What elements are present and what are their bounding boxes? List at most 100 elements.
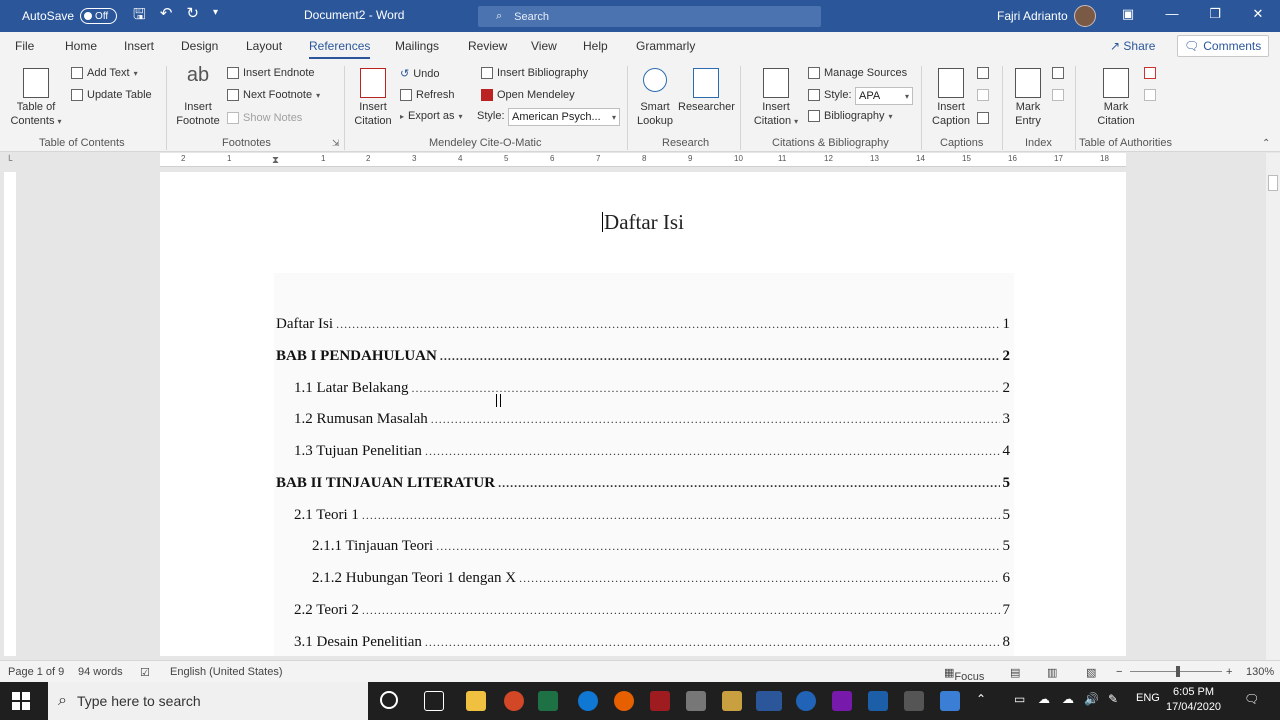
windows-start-icon[interactable] [12,692,30,710]
table-of-contents-button[interactable]: Table of Contents ▾ [8,68,64,129]
onedrive-icon[interactable]: ☁ [1062,692,1074,706]
close-icon[interactable]: ✕ [1248,6,1268,22]
insert-endnote-button[interactable]: Insert Endnote [227,67,315,79]
cortana-icon[interactable] [380,691,398,709]
toc-entry[interactable]: 1.2 Rumusan Masalah.....................… [276,411,1010,428]
document-heading[interactable]: Daftar Isi [160,210,1126,235]
web-layout-icon[interactable]: ▧ [1086,666,1096,679]
zoom-slider-thumb[interactable] [1176,666,1180,677]
task-view-icon[interactable] [424,691,444,711]
mendeley-undo-button[interactable]: ↺ Undo [400,67,440,81]
citation-style-select[interactable]: APA ▾ [855,87,913,105]
toc-entry[interactable]: 2.2 Teori 2.............................… [276,602,1010,619]
open-mendeley-button[interactable]: Open Mendeley [481,89,575,101]
app-icon[interactable] [722,691,742,711]
mendeley-icon[interactable] [650,691,670,711]
cross-reference-icon[interactable] [977,112,989,124]
indent-marker-icon[interactable]: ⧗ [272,155,279,166]
proofing-icon[interactable]: ☑ [140,666,150,679]
minimize-icon[interactable]: — [1162,6,1182,21]
ribbon-display-icon[interactable]: ▣ [1118,6,1138,22]
zoom-out-icon[interactable]: − [1116,666,1122,678]
app-icon[interactable] [940,691,960,711]
tab-view[interactable]: View [531,39,557,53]
update-table-figures-icon[interactable] [977,89,989,101]
user-name[interactable]: Fajri Adrianto [997,9,1068,23]
bibliography-button[interactable]: Bibliography ▾ [808,110,893,122]
avatar[interactable] [1074,5,1096,27]
zoom-in-icon[interactable]: + [1226,666,1232,678]
toc-entry[interactable]: 2.1.2 Hubungan Teori 1 dengan X.........… [276,570,1010,587]
collapse-ribbon-icon[interactable]: ⌃ [1262,138,1270,149]
pen-icon[interactable]: ✎ [1108,692,1118,706]
insert-table-of-figures-icon[interactable] [977,67,989,79]
update-authorities-icon[interactable] [1144,89,1156,101]
onenote-icon[interactable] [832,691,852,711]
scrollbar-thumb[interactable] [1268,175,1278,191]
tab-references[interactable]: References [309,39,371,59]
researcher-button[interactable]: Researcher [678,68,735,114]
mendeley-export-button[interactable]: ▸ Export as ▾ [400,110,463,122]
tab-layout[interactable]: Layout [246,39,282,53]
autosave[interactable]: AutoSave Off [22,8,118,24]
word-icon[interactable] [756,691,782,711]
smart-lookup-button[interactable]: Smart Lookup [634,68,676,128]
toc-entry[interactable]: 1.3 Tujuan Penelitian...................… [276,443,1010,460]
app-icon[interactable] [904,691,924,711]
manage-sources-button[interactable]: Manage Sources [808,67,907,79]
autosave-toggle[interactable]: Off [80,8,118,24]
taskbar-search[interactable]: ⌕ Type here to search [48,682,368,720]
mark-citation-button[interactable]: Mark Citation [1090,68,1142,128]
battery-icon[interactable]: ▭ [1014,692,1025,706]
tab-design[interactable]: Design [181,39,218,53]
edge-icon[interactable] [578,691,598,711]
toc-entry[interactable]: BAB I PENDAHULUAN.......................… [276,348,1010,365]
volume-icon[interactable]: 🔊 [1084,692,1099,706]
customize-toolbar-icon[interactable]: ▾ [213,7,218,29]
search-box[interactable]: ⌕ Search [478,6,821,27]
comments-button[interactable]: 🗨 Comments [1177,35,1269,57]
insert-bibliography-button[interactable]: Insert Bibliography [481,67,588,79]
read-mode-icon[interactable]: ▤ [1010,666,1020,679]
excel-icon[interactable] [538,691,558,711]
footnotes-launcher-icon[interactable]: ⇲ [332,138,340,149]
tab-insert[interactable]: Insert [124,39,154,53]
language-indicator[interactable]: English (United States) [170,666,283,678]
tab-home[interactable]: Home [65,39,97,53]
toc-entry[interactable]: 3.1 Desain Penelitian...................… [276,634,1010,651]
mendeley-insert-citation-button[interactable]: Insert Citation [350,68,396,128]
redo-icon[interactable]: ↻ [186,4,199,29]
add-text-button[interactable]: Add Text ▾ [71,67,138,79]
tab-selector-icon[interactable]: └ [6,155,12,165]
toc-entry[interactable]: 1.1 Latar Belakang......................… [276,380,1010,397]
insert-footnote-button[interactable]: ab Insert Footnote [172,65,224,128]
share-button[interactable]: ↗ Share [1110,39,1155,53]
horizontal-ruler[interactable]: 2 1 1 2 3 4 5 6 7 8 9 10 11 12 13 14 15 … [160,153,1126,167]
tray-chevron-icon[interactable]: ⌃ [976,692,986,706]
print-layout-icon[interactable]: ▥ [1047,666,1057,679]
tab-mailings[interactable]: Mailings [395,39,439,53]
toc-entry[interactable]: 2.1 Teori 1.............................… [276,507,1010,524]
calculator-icon[interactable] [868,691,888,711]
r-icon[interactable] [796,691,816,711]
clock[interactable]: 6:05 PM 17/04/2020 [1166,685,1221,715]
language-indicator[interactable]: ENG [1136,692,1160,704]
undo-icon[interactable]: ↶ [160,4,173,29]
word-count[interactable]: 94 words [78,666,123,678]
firefox-icon[interactable] [614,691,634,711]
cloud-icon[interactable]: ☁ [1038,692,1050,706]
toc-entry[interactable]: BAB II TINJAUAN LITERATUR...............… [276,475,1010,492]
mendeley-style-select[interactable]: American Psych... ▾ [508,108,620,126]
restore-icon[interactable]: ❐ [1205,6,1225,22]
tab-help[interactable]: Help [583,39,608,53]
toc-entry[interactable]: 2.1.1 Tinjauan Teori....................… [276,538,1010,555]
insert-citation-button[interactable]: Insert Citation ▾ [748,68,804,129]
update-index-icon[interactable] [1052,89,1064,101]
tab-review[interactable]: Review [468,39,507,53]
mendeley-refresh-button[interactable]: Refresh [400,89,455,101]
page-count[interactable]: Page 1 of 9 [8,666,64,678]
document-page[interactable]: Daftar Isi Daftar Isi...................… [160,172,1126,656]
insert-index-icon[interactable] [1052,67,1064,79]
update-table-button[interactable]: Update Table [71,89,152,101]
save-icon[interactable]: 🖫 [133,4,146,29]
